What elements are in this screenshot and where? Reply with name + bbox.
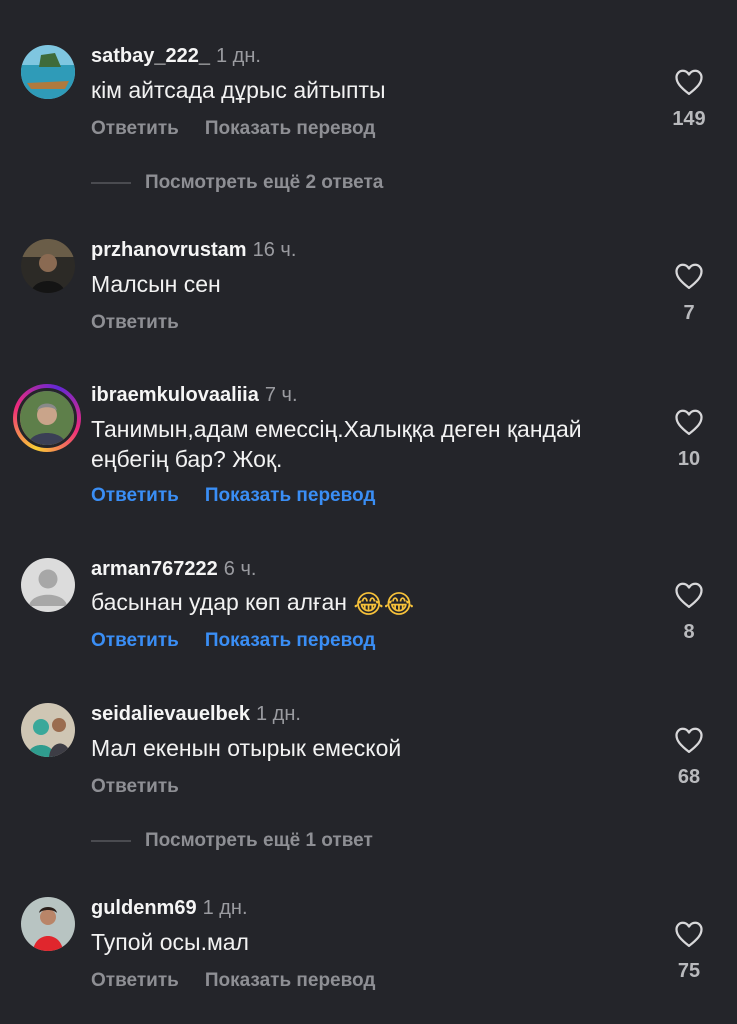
view-more-replies-label: Посмотреть ещё 1 ответ <box>145 830 373 851</box>
username[interactable]: arman767222 <box>91 558 218 580</box>
comment-actions: Ответить Показать перевод <box>91 630 375 652</box>
laughing-emoji-icon: 😂😂 <box>353 590 415 620</box>
like-control: 8 <box>660 581 718 644</box>
heart-icon[interactable] <box>674 726 704 754</box>
comment-text: Танимын,адам емессің.Халыққа деген қанда… <box>91 416 582 472</box>
avatar[interactable] <box>21 45 75 99</box>
comment-text: Тупой осы.мал <box>91 929 249 955</box>
timestamp: 16 ч. <box>252 239 297 261</box>
heart-icon[interactable] <box>674 408 704 436</box>
avatar-image <box>21 703 75 757</box>
avatar-image <box>20 391 74 445</box>
view-more-replies[interactable]: Посмотреть ещё 2 ответа <box>91 172 383 194</box>
comment-text-body: басынан удар көп алған <box>91 589 347 615</box>
comment-text: Мал екенын отырык емеской <box>91 735 402 761</box>
like-control: 75 <box>660 920 718 983</box>
comment-actions: Ответить Показать перевод <box>91 970 375 992</box>
heart-icon[interactable] <box>674 262 704 290</box>
username[interactable]: ibraemkulovaaliia <box>91 384 259 406</box>
comment-text: Малсын сен <box>91 271 221 297</box>
username[interactable]: satbay_222_ <box>91 45 210 67</box>
avatar[interactable] <box>21 558 75 612</box>
default-user-icon <box>21 558 75 612</box>
translate-button[interactable]: Показать перевод <box>205 118 376 139</box>
timestamp: 1 дн. <box>202 897 248 919</box>
reply-button[interactable]: Ответить <box>91 776 179 797</box>
like-count: 10 <box>677 448 701 470</box>
comment-text: басынан удар көп алған 😂😂 <box>91 587 651 620</box>
like-control: 7 <box>660 262 718 325</box>
like-count: 75 <box>677 960 701 982</box>
divider-line <box>91 839 131 842</box>
avatar-image <box>21 45 75 99</box>
comment-actions: Ответить <box>91 312 179 334</box>
comment-text: кім айтсада дұрыс айтыпты <box>91 77 386 103</box>
translate-button[interactable]: Показать перевод <box>205 485 376 506</box>
like-count: 149 <box>672 108 706 130</box>
like-count: 68 <box>677 766 701 788</box>
comment-header: arman767222 6 ч. <box>91 558 256 581</box>
comment-header: seidalievauelbek 1 дн. <box>91 703 301 726</box>
view-more-replies[interactable]: Посмотреть ещё 1 ответ <box>91 830 373 852</box>
timestamp: 1 дн. <box>215 45 261 67</box>
avatar[interactable] <box>21 239 75 293</box>
comment-header: ibraemkulovaaliia 7 ч. <box>91 384 298 407</box>
like-control: 10 <box>660 408 718 471</box>
like-control: 68 <box>660 726 718 789</box>
reply-button[interactable]: Ответить <box>91 630 179 651</box>
reply-button[interactable]: Ответить <box>91 312 179 333</box>
reply-button[interactable]: Ответить <box>91 118 179 139</box>
timestamp: 7 ч. <box>264 384 298 406</box>
avatar[interactable] <box>21 897 75 951</box>
comment-actions: Ответить Показать перевод <box>91 485 375 507</box>
username[interactable]: guldenm69 <box>91 897 197 919</box>
like-control: 149 <box>660 68 718 131</box>
avatar <box>17 388 77 448</box>
username[interactable]: seidalievauelbek <box>91 703 250 725</box>
timestamp: 6 ч. <box>223 558 257 580</box>
heart-icon[interactable] <box>674 581 704 609</box>
reply-button[interactable]: Ответить <box>91 970 179 991</box>
comment-actions: Ответить <box>91 776 179 798</box>
like-count: 8 <box>683 621 695 643</box>
comment-header: guldenm69 1 дн. <box>91 897 248 920</box>
timestamp: 1 дн. <box>255 703 301 725</box>
translate-button[interactable]: Показать перевод <box>205 630 376 651</box>
comment-header: satbay_222_ 1 дн. <box>91 45 261 68</box>
divider-line <box>91 181 131 184</box>
comment-header: przhanovrustam 16 ч. <box>91 239 296 262</box>
like-count: 7 <box>683 302 695 324</box>
heart-icon[interactable] <box>674 920 704 948</box>
view-more-replies-label: Посмотреть ещё 2 ответа <box>145 172 384 193</box>
reply-button[interactable]: Ответить <box>91 485 179 506</box>
avatar-image <box>21 239 75 293</box>
avatar[interactable] <box>21 703 75 757</box>
avatar-image <box>21 897 75 951</box>
translate-button[interactable]: Показать перевод <box>205 970 376 991</box>
username[interactable]: przhanovrustam <box>91 239 247 261</box>
avatar-story-ring[interactable] <box>13 384 81 452</box>
comment-actions: Ответить Показать перевод <box>91 118 375 140</box>
heart-icon[interactable] <box>674 68 704 96</box>
